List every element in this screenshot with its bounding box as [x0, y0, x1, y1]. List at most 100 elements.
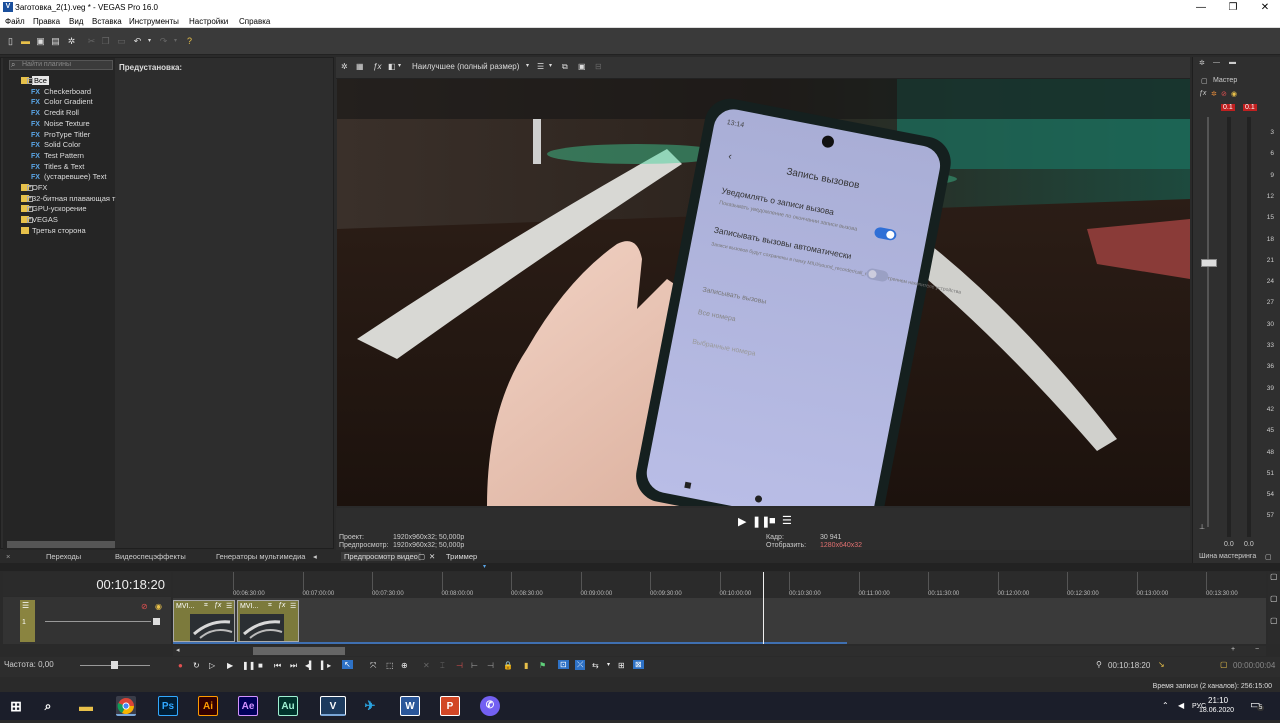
region-icon[interactable]: ⚑	[539, 661, 546, 670]
windows-start-icon[interactable]: ⊞	[6, 696, 26, 716]
menu-icon[interactable]: ☰	[782, 514, 792, 527]
plugin-item[interactable]: FX Titles & Text	[31, 162, 84, 171]
zoom-icon[interactable]: ⊟	[595, 62, 602, 71]
gear-icon[interactable]: ✲	[341, 62, 348, 71]
mute-icon[interactable]: ⊘	[1221, 90, 1227, 98]
rate-slider-handle[interactable]	[111, 661, 118, 669]
pause-icon[interactable]: ❚❚	[242, 661, 255, 670]
tab-trimmer[interactable]: Триммер	[446, 552, 477, 561]
redo-dropdown-icon[interactable]: ▾	[170, 36, 181, 47]
expand-icon[interactable]: +	[27, 217, 33, 224]
split-icon[interactable]: ⊣	[456, 661, 463, 670]
chevron-down-icon[interactable]: ▾	[549, 62, 552, 69]
vegas-icon[interactable]: V	[320, 696, 346, 716]
expand-icon[interactable]: +	[27, 185, 33, 191]
plugin-item[interactable]: FX Checkerboard	[31, 87, 91, 96]
video-fx-icon[interactable]: ƒx	[373, 62, 381, 71]
tab-video-preview[interactable]: Предпросмотр видео	[341, 552, 421, 561]
menu-insert[interactable]: Вставка	[92, 17, 122, 26]
close-icon[interactable]: ×	[6, 552, 10, 561]
loop-icon[interactable]: ↻	[193, 661, 200, 670]
master-checkbox[interactable]: ▢	[1201, 77, 1208, 85]
clip-menu-icon[interactable]: ☰	[226, 602, 232, 610]
after-effects-icon[interactable]: Ae	[238, 696, 258, 716]
help-icon[interactable]: ?	[184, 36, 195, 47]
plugin-item[interactable]: FX Color Gradient	[31, 97, 93, 106]
expand-icon[interactable]: +	[27, 195, 33, 202]
plugin-folder[interactable]: + OFX	[21, 183, 47, 192]
scroll-left-icon[interactable]: ◂	[176, 646, 180, 654]
undo-icon[interactable]: ↶	[132, 36, 143, 47]
menu-edit[interactable]: Правка	[33, 17, 60, 26]
stop-icon[interactable]: ■	[769, 515, 776, 527]
clock-date[interactable]: 18.06.2020	[1199, 707, 1234, 714]
menu-file[interactable]: Файл	[5, 17, 25, 26]
plugin-item[interactable]: FX Test Pattern	[31, 151, 84, 160]
video-clip[interactable]: MVI... ⌗ ƒx ☰	[237, 600, 299, 642]
menu-view[interactable]: Вид	[69, 17, 83, 26]
volume-icon[interactable]: ◀	[1178, 701, 1184, 710]
clip-menu-icon[interactable]: ☰	[290, 602, 296, 610]
lock-icon[interactable]: 🔒	[503, 661, 513, 670]
menu-help[interactable]: Справка	[239, 17, 270, 26]
properties-icon[interactable]: ▦	[356, 62, 364, 71]
timeline-scrollbar[interactable]: ◂ + −	[173, 646, 1266, 656]
clip-crop-icon[interactable]: ⌗	[268, 602, 272, 610]
powerpoint-icon[interactable]: P	[440, 696, 460, 716]
selection-tool-icon[interactable]: ⬚	[386, 661, 394, 670]
save-as-icon[interactable]: ▤	[50, 36, 61, 47]
next-frame-icon[interactable]: ▍▸	[321, 661, 331, 670]
scrollbar-thumb[interactable]	[253, 647, 345, 655]
play-icon[interactable]: ▶	[738, 515, 746, 528]
level-slider[interactable]	[45, 621, 151, 622]
search-icon[interactable]: ⌕	[38, 696, 58, 716]
chevron-down-icon[interactable]: ▾	[398, 62, 401, 69]
delete-icon[interactable]: ✕	[423, 661, 430, 670]
go-to-start-icon[interactable]: ⏮	[274, 661, 281, 671]
plugin-folder[interactable]: Третья сторона	[21, 226, 86, 235]
normal-edit-tool-icon[interactable]: ↖	[342, 660, 353, 669]
scroll-up-icon[interactable]: ▢	[1270, 594, 1278, 603]
menu-tools[interactable]: Инструменты	[129, 17, 179, 26]
menu-settings[interactable]: Настройки	[189, 17, 228, 26]
zoom-minus-icon[interactable]: −	[1255, 646, 1259, 653]
tray-chevron-icon[interactable]: ⌃	[1162, 701, 1169, 710]
go-to-end-icon[interactable]: ⏭	[290, 661, 297, 671]
minimize-button[interactable]: —	[1185, 0, 1217, 15]
play-from-start-icon[interactable]: ▷	[209, 661, 215, 670]
playhead[interactable]	[763, 572, 764, 644]
chevron-down-icon[interactable]: ▾	[607, 661, 610, 668]
plugin-folder[interactable]: +32-битная плавающая т	[21, 194, 115, 203]
telegram-icon[interactable]: ✈	[360, 696, 380, 716]
close-button[interactable]: ✕	[1249, 0, 1280, 15]
clock-time[interactable]: 21:10	[1208, 696, 1228, 705]
undo-dropdown-icon[interactable]: ▾	[144, 36, 155, 47]
tab-video-fx[interactable]: Видеоспецэффекты	[115, 552, 186, 561]
solo-icon[interactable]: ◉	[155, 602, 162, 611]
new-file-icon[interactable]: ▯	[5, 36, 16, 47]
ignore-grouping-icon[interactable]: ⊠	[633, 660, 644, 669]
marker-icon[interactable]: ▮	[524, 661, 528, 670]
clip-crop-icon[interactable]: ⌗	[204, 602, 208, 610]
plugin-folder[interactable]: + GPU-ускорение	[21, 204, 87, 213]
lock-envelopes-icon[interactable]: ⊞	[618, 661, 625, 670]
plugin-item[interactable]: FX Credit Roll	[31, 108, 79, 117]
expand-icon[interactable]: −	[27, 78, 33, 84]
track-menu-icon[interactable]: ☰	[22, 601, 29, 610]
maximize-button[interactable]: ❐	[1217, 0, 1249, 15]
ripple-edit-icon[interactable]: ⇆	[592, 661, 599, 670]
save-icon[interactable]: ▣	[35, 36, 46, 47]
snapping-icon[interactable]: ⊡	[558, 660, 569, 669]
level-slider-handle[interactable]	[153, 618, 160, 625]
open-folder-icon[interactable]: ▬	[20, 36, 31, 47]
gear-icon[interactable]: ✲	[1199, 59, 1205, 67]
plugin-item[interactable]: FX ProType Titler	[31, 130, 90, 139]
clip-fx-icon[interactable]: ƒx	[214, 602, 221, 609]
trim-icon[interactable]: ⌶	[440, 661, 445, 671]
envelope-tool-icon[interactable]: ⤧	[370, 661, 376, 671]
preview-quality-dropdown[interactable]: Наилучшее (полный размер)	[412, 62, 519, 71]
split-screen-icon[interactable]: ◧	[388, 62, 396, 71]
mute-icon[interactable]: ⊘	[141, 602, 148, 611]
tree-scrollbar[interactable]	[7, 541, 115, 548]
plugin-item[interactable]: FX Solid Color	[31, 140, 81, 149]
